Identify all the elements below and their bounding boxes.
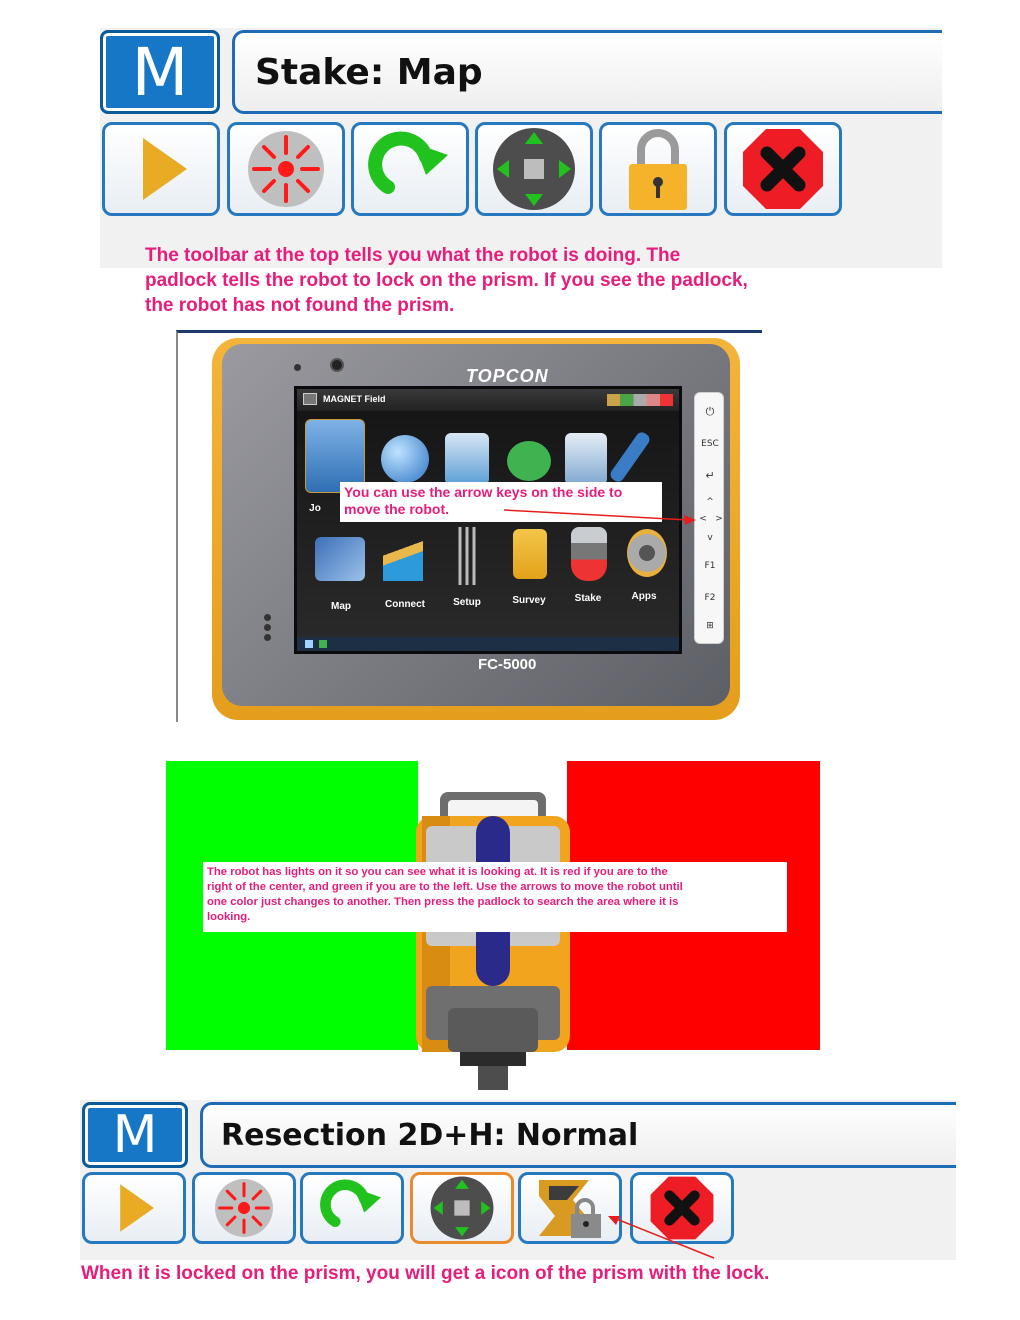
lights-note: The robot has lights on it so you can se… <box>203 862 787 932</box>
callout-arrow <box>503 509 696 525</box>
note-line: looking. <box>207 911 251 923</box>
survey-icon[interactable] <box>513 529 547 579</box>
page-title: Resection 2D+H: Normal <box>221 1117 639 1153</box>
caption-line: the robot has not found the prism. <box>145 295 455 316</box>
start-icon[interactable] <box>305 640 313 648</box>
taskbar <box>297 637 679 651</box>
note-line: The robot has lights on it so you can se… <box>207 866 668 878</box>
chat-icon[interactable] <box>507 441 551 481</box>
brand-logo: TOPCON <box>466 366 549 386</box>
m-label: M <box>112 1105 158 1165</box>
status-icons <box>607 394 673 406</box>
app-label-connect: Connect <box>385 599 425 610</box>
arrow-pad-button[interactable] <box>410 1172 514 1244</box>
play-icon <box>143 138 187 200</box>
connect-icon[interactable] <box>383 529 423 581</box>
model-label: FC-5000 <box>478 656 537 673</box>
title-bar: Resection 2D+H: Normal <box>200 1102 956 1168</box>
app-title: MAGNET Field <box>323 394 386 404</box>
title-bar: Stake: Map <box>232 30 942 114</box>
pencil-icon[interactable] <box>608 430 652 484</box>
app-logo-icon <box>303 393 317 405</box>
speaker-dots <box>264 614 271 641</box>
caption-line: The toolbar at the top tells you what th… <box>145 245 681 266</box>
windows-key[interactable]: ⊞ <box>695 621 725 631</box>
m-menu-button[interactable]: M <box>82 1102 188 1168</box>
edit-icon[interactable] <box>565 433 607 485</box>
apps-icon[interactable] <box>627 529 667 577</box>
arrow-pad-icon <box>430 1176 494 1240</box>
prism-lock-icon <box>539 1180 601 1238</box>
stop-icon <box>743 129 823 209</box>
app-label-map: Map <box>331 601 351 612</box>
m-label: M <box>131 33 189 111</box>
play-button[interactable] <box>82 1172 186 1244</box>
exchange-icon[interactable] <box>445 433 489 485</box>
f1-key[interactable]: F1 <box>695 561 725 571</box>
laser-button[interactable] <box>192 1172 296 1244</box>
arrow-pad-icon <box>493 128 575 210</box>
esc-key[interactable]: ESC <box>695 439 725 449</box>
laser-button[interactable] <box>227 122 345 216</box>
toolbar-explanation: The toolbar at the top tells you what th… <box>145 243 748 318</box>
padlock-icon <box>629 129 687 210</box>
laser-icon <box>248 131 324 207</box>
app-label-jobs: Jo <box>309 503 321 514</box>
arrow-right-key[interactable]: > <box>704 514 734 524</box>
sensor-icon <box>294 364 301 371</box>
play-icon <box>120 1184 154 1232</box>
m-menu-button[interactable]: M <box>100 30 220 114</box>
globe-icon[interactable] <box>381 435 429 483</box>
map-icon[interactable] <box>315 537 365 581</box>
laser-icon <box>215 1179 273 1237</box>
app-label-setup: Setup <box>453 597 481 608</box>
power-key[interactable]: ⏻ <box>695 405 725 419</box>
play-button[interactable] <box>102 122 220 216</box>
arrow-pad-button[interactable] <box>475 122 593 216</box>
note-line: one color just changes to another. Then … <box>207 896 679 908</box>
note-line: right of the center, and green if you ar… <box>207 881 683 893</box>
taskbar-app-icon[interactable] <box>319 640 327 648</box>
rotate-button[interactable] <box>300 1172 404 1244</box>
padlock-button[interactable] <box>599 122 717 216</box>
robot-instrument-icon <box>416 792 570 1090</box>
app-titlebar: MAGNET Field <box>297 389 679 411</box>
caption-line: padlock tells the robot to lock on the p… <box>145 270 748 291</box>
rotate-icon <box>368 131 448 194</box>
rotate-icon <box>320 1179 381 1228</box>
f2-key[interactable]: F2 <box>695 593 725 603</box>
stake-icon[interactable] <box>571 527 607 581</box>
pointer-arrow <box>608 1216 715 1259</box>
app-label-apps: Apps <box>631 591 657 602</box>
rotate-button[interactable] <box>351 122 469 216</box>
camera-icon <box>330 358 344 372</box>
enter-key[interactable]: ↵ <box>695 469 725 482</box>
prism-lock-explanation: When it is locked on the prism, you will… <box>81 1263 770 1284</box>
stop-button[interactable] <box>724 122 842 216</box>
page-title: Stake: Map <box>255 51 483 93</box>
setup-icon[interactable] <box>453 527 481 585</box>
arrow-down-key[interactable]: v <box>695 533 725 543</box>
